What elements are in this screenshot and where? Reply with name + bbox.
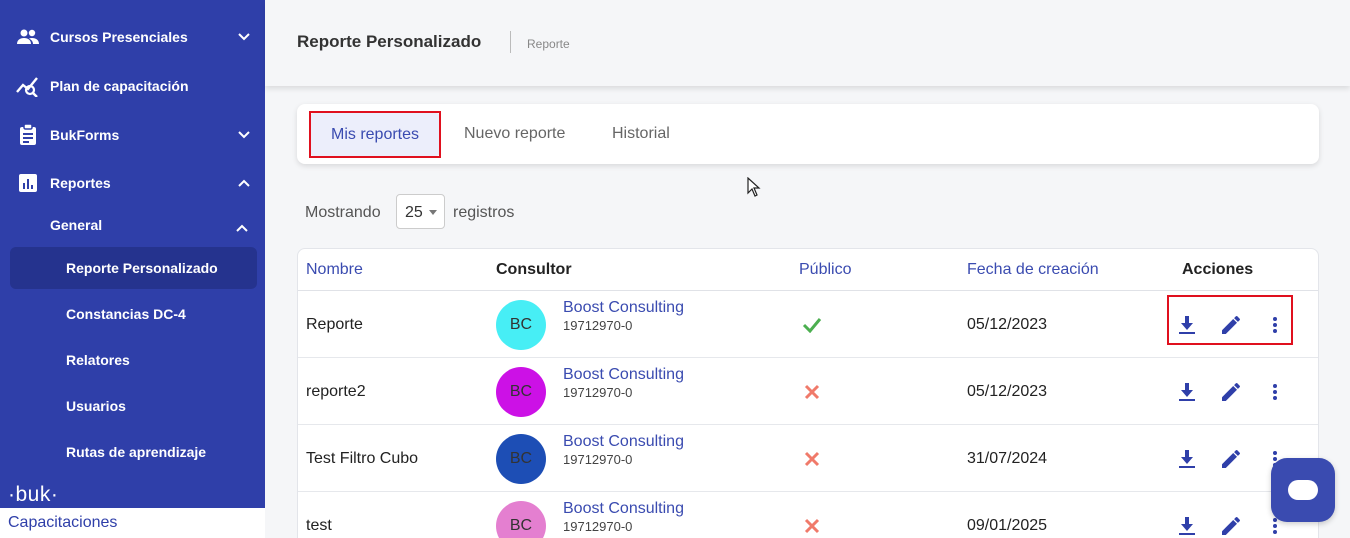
cross-icon xyxy=(800,380,824,404)
creation-date: 09/01/2025 xyxy=(967,517,1048,534)
sidebar-item-label: Reporte Personalizado xyxy=(66,260,218,276)
column-header-nombre[interactable]: Nombre xyxy=(306,261,363,279)
sidebar-item-label: Rutas de aprendizaje xyxy=(66,444,207,460)
sidebar-item-bukforms[interactable]: BukForms xyxy=(0,115,265,155)
sidebar-item-label: Plan de capacitación xyxy=(50,78,189,94)
table-row: test BC Boost Consulting 19712970-0 09/0… xyxy=(298,492,1318,538)
tab-nuevo-reporte[interactable]: Nuevo reporte xyxy=(464,104,565,164)
report-name: Test Filtro Cubo xyxy=(306,450,419,467)
consultant-rut: 19712970-0 xyxy=(563,452,633,467)
sidebar-item-label: Usuarios xyxy=(66,398,126,414)
tab-historial[interactable]: Historial xyxy=(612,104,670,164)
table-row: reporte2 BC Boost Consulting 19712970-0 … xyxy=(298,358,1318,425)
people-icon xyxy=(16,25,40,49)
avatar: BC xyxy=(496,367,546,417)
sidebar-item-reporte-personalizado[interactable]: Reporte Personalizado xyxy=(10,247,257,289)
page-title: Reporte Personalizado xyxy=(297,32,482,51)
highlight-box xyxy=(1167,295,1293,345)
chat-button[interactable] xyxy=(1271,458,1335,522)
creation-date: 31/07/2024 xyxy=(967,450,1048,467)
column-header-consultor: Consultor xyxy=(496,261,572,278)
column-header-fecha[interactable]: Fecha de creación xyxy=(967,261,1099,279)
reports-table: Nombre Consultor Público Fecha de creaci… xyxy=(297,248,1319,538)
edit-icon[interactable] xyxy=(1219,447,1243,471)
buk-logo: ·buk· xyxy=(8,483,59,506)
avatar: BC xyxy=(496,434,546,484)
page-header: Reporte Personalizado Reporte xyxy=(265,0,1350,86)
report-name: reporte2 xyxy=(306,383,366,400)
chevron-up-icon xyxy=(236,219,248,237)
report-name: Reporte xyxy=(306,316,363,333)
sidebar-item-label: BukForms xyxy=(50,127,120,143)
sidebar-item-label: Cursos Presenciales xyxy=(50,29,188,45)
consultant-name[interactable]: Boost Consulting xyxy=(563,366,684,384)
edit-icon[interactable] xyxy=(1219,514,1243,538)
creation-date: 05/12/2023 xyxy=(967,316,1048,333)
column-header-acciones: Acciones xyxy=(1182,261,1254,278)
edit-icon[interactable] xyxy=(1219,380,1243,404)
consultant-name[interactable]: Boost Consulting xyxy=(563,433,684,451)
chevron-down-icon xyxy=(236,29,252,45)
download-icon[interactable] xyxy=(1175,514,1199,538)
highlight-box xyxy=(309,111,441,158)
check-icon xyxy=(800,313,824,337)
mouse-cursor-icon xyxy=(747,176,761,202)
cross-icon xyxy=(800,514,824,538)
bar-chart-icon xyxy=(16,171,40,195)
consultant-rut: 19712970-0 xyxy=(563,385,633,400)
sidebar-group-general[interactable]: General xyxy=(50,217,102,233)
chat-icon xyxy=(1288,480,1318,500)
sidebar-item-relatores[interactable]: Relatores xyxy=(10,339,257,381)
report-name: test xyxy=(306,517,332,534)
entries-select[interactable]: 25 xyxy=(396,194,445,229)
table-row: Test Filtro Cubo BC Boost Consulting 197… xyxy=(298,425,1318,492)
creation-date: 05/12/2023 xyxy=(967,383,1048,400)
avatar: BC xyxy=(496,501,546,538)
table-row: Reporte BC Boost Consulting 19712970-0 0… xyxy=(298,291,1318,358)
consultant-name[interactable]: Boost Consulting xyxy=(563,299,684,317)
sidebar-item-rutas-aprendizaje[interactable]: Rutas de aprendizaje xyxy=(10,431,257,473)
cross-icon xyxy=(800,447,824,471)
download-icon[interactable] xyxy=(1175,447,1199,471)
download-icon[interactable] xyxy=(1175,380,1199,404)
sidebar-item-label: Relatores xyxy=(66,352,130,368)
chevron-up-icon xyxy=(236,175,252,191)
entries-suffix: registros xyxy=(453,204,515,221)
analytics-icon xyxy=(16,74,40,98)
sidebar-item-reportes[interactable]: Reportes xyxy=(0,163,265,203)
chevron-down-icon xyxy=(236,127,252,143)
breadcrumb: Reporte xyxy=(527,37,570,51)
consultant-name[interactable]: Boost Consulting xyxy=(563,500,684,518)
sidebar-item-plan-capacitacion[interactable]: Plan de capacitación xyxy=(0,66,265,106)
more-options-icon[interactable] xyxy=(1263,380,1287,404)
sidebar: Cursos Presenciales Plan de capacitación… xyxy=(0,0,265,538)
entries-prefix: Mostrando xyxy=(305,204,381,221)
sidebar-item-cursos-presenciales[interactable]: Cursos Presenciales xyxy=(0,17,265,57)
sidebar-item-usuarios[interactable]: Usuarios xyxy=(10,385,257,427)
column-header-publico[interactable]: Público xyxy=(799,261,851,279)
product-name: Capacitaciones xyxy=(8,514,118,531)
sidebar-item-label: Constancias DC-4 xyxy=(66,306,186,322)
caret-down-icon xyxy=(429,210,437,215)
consultant-rut: 19712970-0 xyxy=(563,519,633,534)
sidebar-item-constancias-dc4[interactable]: Constancias DC-4 xyxy=(10,293,257,335)
entries-value: 25 xyxy=(405,204,423,221)
tabs-card: Mis reportes Nuevo reporte Historial xyxy=(297,104,1319,164)
header-divider xyxy=(510,31,511,53)
sidebar-item-label: Reportes xyxy=(50,175,111,191)
consultant-rut: 19712970-0 xyxy=(563,318,633,333)
avatar: BC xyxy=(496,300,546,350)
clipboard-icon xyxy=(16,123,40,147)
